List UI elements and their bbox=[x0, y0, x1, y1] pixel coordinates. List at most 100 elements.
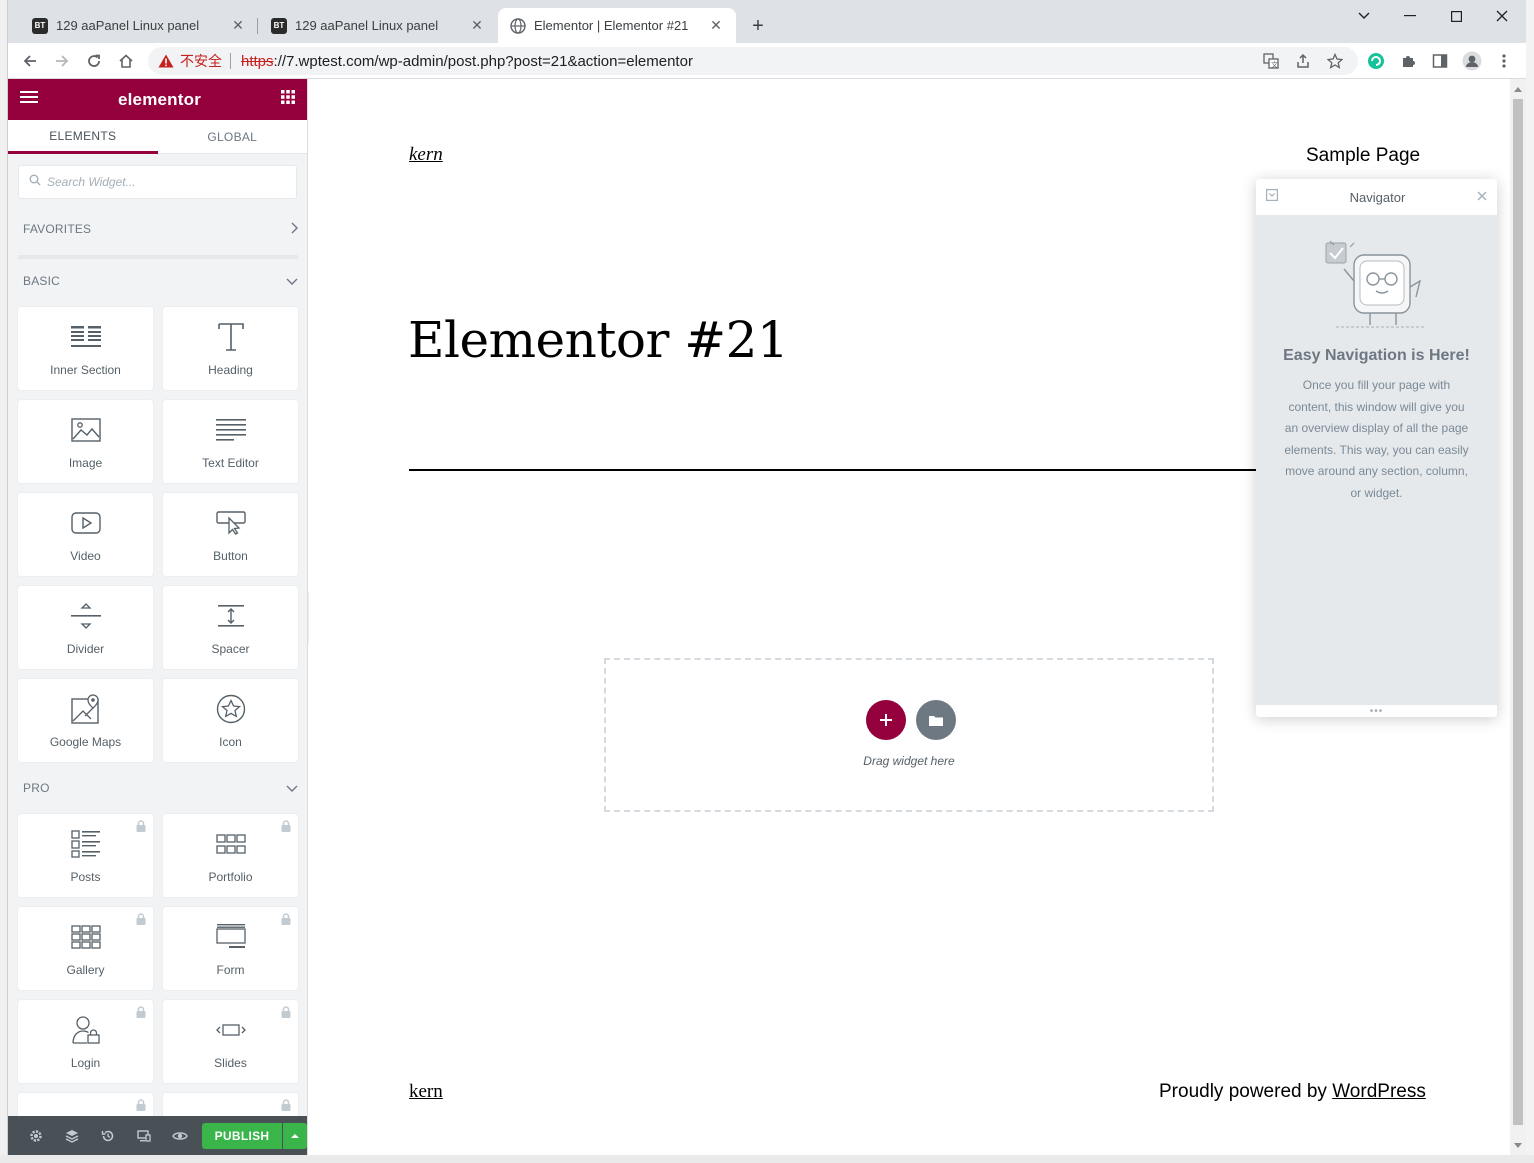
elementor-logo: elementor bbox=[117, 89, 202, 109]
button-icon bbox=[213, 507, 249, 539]
widget-icon[interactable]: Icon bbox=[163, 679, 298, 762]
close-window-button[interactable] bbox=[1479, 4, 1525, 28]
publish-options-caret-icon[interactable] bbox=[283, 1122, 307, 1149]
navigator-empty-text: Once you fill your page with content, th… bbox=[1284, 378, 1469, 500]
minimize-button[interactable] bbox=[1387, 4, 1433, 28]
wordpress-link[interactable]: WordPress bbox=[1332, 1081, 1426, 1102]
category-favorites[interactable]: FAVORITES bbox=[23, 219, 298, 239]
side-panel-icon[interactable] bbox=[1427, 48, 1453, 74]
close-icon[interactable]: ✕ bbox=[708, 17, 724, 34]
url-text: ://7.wptest.com/wp-admin/post.php?post=2… bbox=[273, 52, 693, 70]
chevron-right-icon bbox=[290, 222, 298, 237]
navigator-resize-handle[interactable]: ••• bbox=[1256, 705, 1497, 717]
extensions-puzzle-icon[interactable] bbox=[1395, 48, 1421, 74]
widget-form[interactable]: Form bbox=[163, 907, 298, 990]
video-icon bbox=[68, 507, 104, 539]
tab-global[interactable]: GLOBAL bbox=[158, 120, 308, 154]
add-section-button[interactable] bbox=[866, 700, 906, 740]
widget-divider[interactable]: Divider bbox=[18, 586, 153, 669]
responsive-mode-icon[interactable] bbox=[126, 1116, 162, 1155]
preview-eye-icon[interactable] bbox=[162, 1116, 198, 1155]
navigator-layers-icon[interactable] bbox=[54, 1116, 90, 1155]
nav-link-sample-page[interactable]: Sample Page bbox=[1306, 145, 1420, 167]
chevron-down-icon bbox=[286, 274, 298, 288]
profile-avatar-icon[interactable] bbox=[1459, 48, 1485, 74]
scroll-thumb[interactable] bbox=[1513, 99, 1523, 1125]
close-icon[interactable] bbox=[1477, 188, 1487, 206]
svg-text:文: 文 bbox=[1271, 60, 1278, 69]
new-tab-button[interactable]: + bbox=[746, 14, 770, 38]
widget-label: Heading bbox=[208, 363, 253, 377]
extension-green-icon[interactable] bbox=[1363, 48, 1389, 74]
browser-window: BT 129 aaPanel Linux panel ✕ BT 129 aaPa… bbox=[8, 0, 1526, 1155]
browser-tab-2[interactable]: BT 129 aaPanel Linux panel ✕ bbox=[259, 8, 497, 43]
widget-slides[interactable]: Slides bbox=[163, 1000, 298, 1083]
spacer-icon bbox=[213, 600, 249, 632]
widget-inner-section[interactable]: Inner Section bbox=[18, 307, 153, 390]
widget-text-editor[interactable]: Text Editor bbox=[163, 400, 298, 483]
close-icon[interactable]: ✕ bbox=[230, 17, 246, 34]
add-template-folder-button[interactable] bbox=[916, 700, 956, 740]
widget-gallery[interactable]: Gallery bbox=[18, 907, 153, 990]
back-button[interactable] bbox=[17, 48, 43, 74]
address-bar[interactable]: 不安全 https://7.wptest.com/wp-admin/post.p… bbox=[148, 47, 1358, 75]
translate-icon[interactable]: 文 bbox=[1258, 48, 1284, 74]
navigator-header[interactable]: Navigator bbox=[1256, 179, 1497, 216]
bookmark-star-icon[interactable] bbox=[1322, 48, 1348, 74]
widget-label: Slides bbox=[214, 1056, 247, 1070]
search-widget-box bbox=[18, 165, 297, 199]
scroll-up-arrow-icon[interactable] bbox=[1510, 81, 1526, 97]
settings-gear-icon[interactable] bbox=[18, 1116, 54, 1155]
widget-google-maps[interactable]: Google Maps bbox=[18, 679, 153, 762]
widget-button[interactable]: Button bbox=[163, 493, 298, 576]
hamburger-menu-icon[interactable] bbox=[20, 90, 38, 109]
widget-label: Video bbox=[70, 549, 101, 563]
browser-tab-1[interactable]: BT 129 aaPanel Linux panel ✕ bbox=[20, 8, 258, 43]
scroll-down-arrow-icon[interactable] bbox=[1510, 1137, 1526, 1153]
navigator-title: Navigator bbox=[1349, 189, 1406, 205]
elementor-panel: elementor ELEMENTS GLOBAL FAVORITES BASI… bbox=[8, 79, 308, 1155]
share-icon[interactable] bbox=[1290, 48, 1316, 74]
category-basic[interactable]: BASIC bbox=[23, 271, 298, 291]
widget-image[interactable]: Image bbox=[18, 400, 153, 483]
history-icon[interactable] bbox=[90, 1116, 126, 1155]
login-icon bbox=[68, 1014, 104, 1046]
home-button[interactable] bbox=[113, 48, 139, 74]
lock-icon bbox=[136, 913, 146, 925]
category-pro[interactable]: PRO bbox=[23, 778, 298, 798]
security-status[interactable]: 不安全 bbox=[180, 51, 222, 71]
site-title-link[interactable]: kern bbox=[409, 144, 443, 166]
close-icon[interactable]: ✕ bbox=[469, 17, 485, 34]
tab-search-chevron-icon[interactable] bbox=[1341, 4, 1387, 28]
panel-footer: PUBLISH bbox=[8, 1116, 307, 1155]
lock-icon bbox=[136, 820, 146, 832]
warning-triangle-icon[interactable] bbox=[158, 53, 174, 69]
lock-icon bbox=[136, 1099, 146, 1111]
footer-site-title-link[interactable]: kern bbox=[409, 1081, 443, 1103]
page-scrollbar[interactable] bbox=[1510, 79, 1526, 1155]
bt-favicon-icon: BT bbox=[271, 17, 287, 34]
browser-tab-3-active[interactable]: Elementor | Elementor #21 ✕ bbox=[498, 8, 736, 43]
preview-canvas: kern Sample Page Elementor #21 Drag widg… bbox=[309, 79, 1510, 1155]
search-widget-input[interactable] bbox=[47, 175, 287, 189]
widget-label: Spacer bbox=[211, 642, 250, 656]
reload-button[interactable] bbox=[81, 48, 107, 74]
tab-elements[interactable]: ELEMENTS bbox=[8, 120, 158, 154]
widget-spacer[interactable]: Spacer bbox=[163, 586, 298, 669]
widget-heading[interactable]: Heading bbox=[163, 307, 298, 390]
add-section-dropzone[interactable]: Drag widget here bbox=[604, 658, 1214, 812]
browser-menu-icon[interactable] bbox=[1491, 48, 1517, 74]
widgets-grid-icon[interactable] bbox=[281, 90, 295, 109]
maximize-button[interactable] bbox=[1433, 4, 1479, 28]
widget-label: Icon bbox=[219, 735, 242, 749]
lock-icon bbox=[136, 1006, 146, 1018]
forward-button[interactable] bbox=[49, 48, 75, 74]
lock-icon bbox=[281, 1006, 291, 1018]
publish-button[interactable]: PUBLISH bbox=[202, 1122, 282, 1149]
widget-video[interactable]: Video bbox=[18, 493, 153, 576]
widget-posts[interactable]: Posts bbox=[18, 814, 153, 897]
collapse-all-icon[interactable] bbox=[1266, 188, 1279, 206]
widget-login[interactable]: Login bbox=[18, 1000, 153, 1083]
tab-title: Elementor | Elementor #21 bbox=[534, 18, 689, 33]
widget-portfolio[interactable]: Portfolio bbox=[163, 814, 298, 897]
